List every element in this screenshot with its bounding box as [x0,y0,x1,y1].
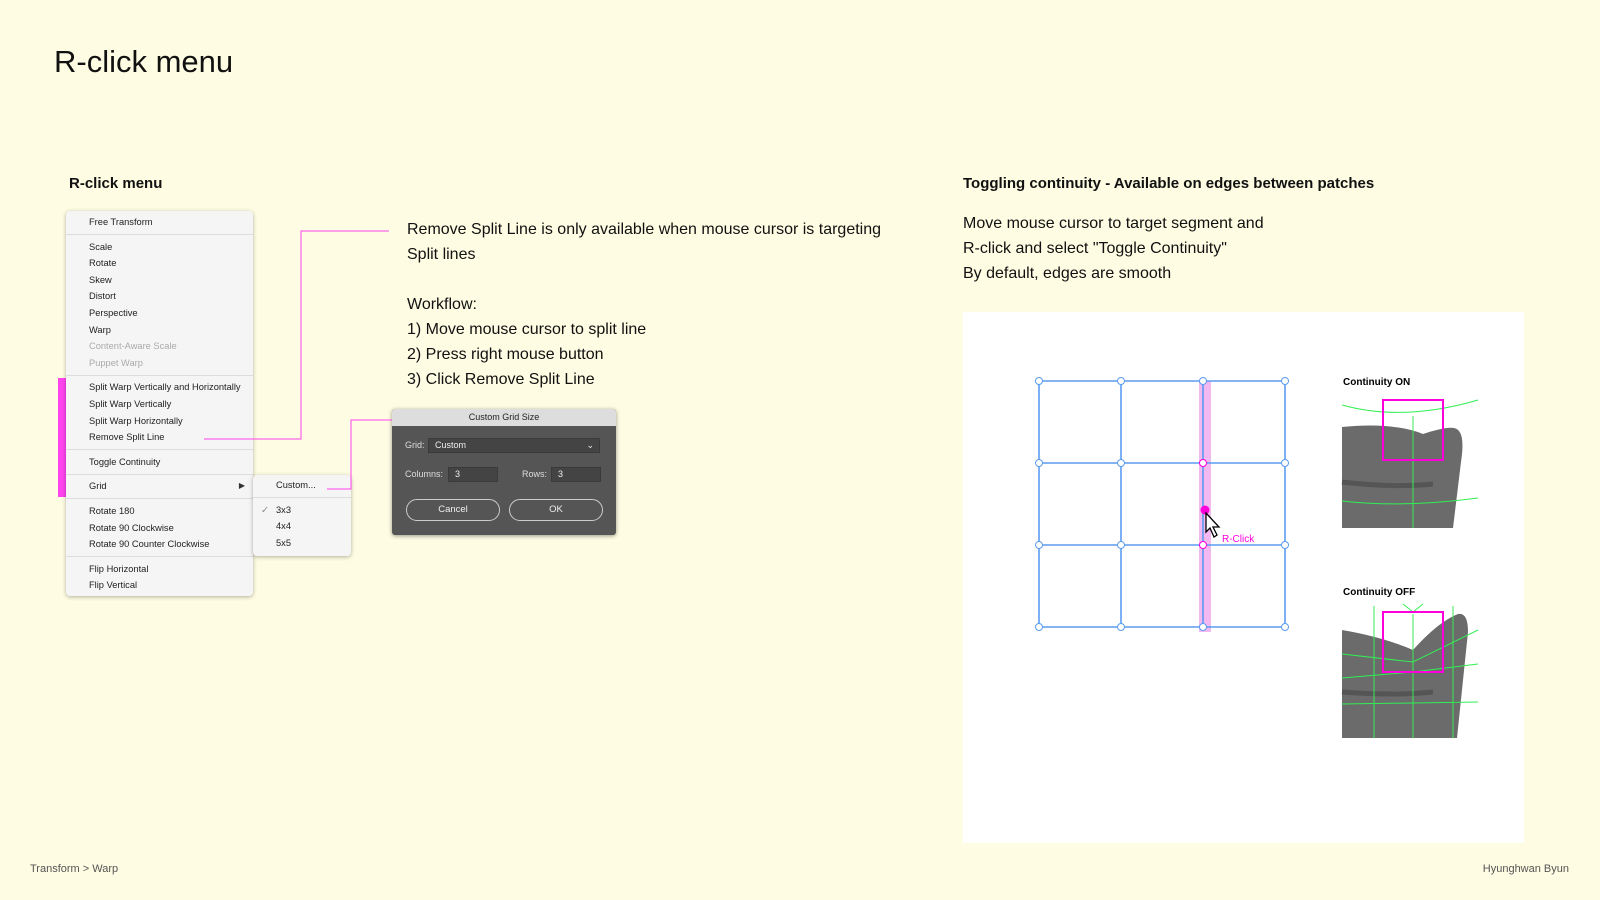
text-line: R-click and select "Toggle Continuity" [963,240,1227,257]
continuity-off-label: Continuity OFF [1343,587,1415,598]
connector-remove-split [204,230,389,440]
grid-handle[interactable] [1117,623,1125,631]
connector-custom [327,419,392,490]
grid-handle[interactable] [1199,541,1207,549]
grid-handle[interactable] [1199,623,1207,631]
warp-grid-illustration: R-Click Continuity ON Continuity OFF [1035,377,1479,738]
illustration-panel: R-Click Continuity ON Continuity OFF [963,312,1524,843]
grid-handle[interactable] [1117,377,1125,385]
text-line: By default, edges are smooth [963,265,1172,282]
grid-handle[interactable] [1199,377,1207,385]
grid-handle[interactable] [1281,459,1289,467]
footer-breadcrumb: Transform > Warp [30,863,119,875]
grid-handle[interactable] [1035,377,1043,385]
rclick-label: R-Click [1222,534,1255,545]
continuity-description: Move mouse cursor to target segment and R… [963,211,1264,286]
grid-handle[interactable] [1035,623,1043,631]
continuity-on-image [1341,399,1479,528]
grid-handle[interactable] [1281,377,1289,385]
text-line: Move mouse cursor to target segment and [963,215,1264,232]
target-point [1200,505,1210,515]
footer-author: Hyunghwan Byun [1482,863,1569,875]
grid-handle[interactable] [1281,623,1289,631]
grid-handle[interactable] [1199,459,1207,467]
continuity-off-image [1341,603,1479,738]
continuity-on-label: Continuity ON [1343,377,1410,388]
grid-handle[interactable] [1117,541,1125,549]
grid-handle[interactable] [1281,541,1289,549]
grid-handle[interactable] [1035,459,1043,467]
section-heading-continuity: Toggling continuity - Available on edges… [963,175,1375,192]
grid-handle[interactable] [1035,541,1043,549]
grid-handle[interactable] [1117,459,1125,467]
